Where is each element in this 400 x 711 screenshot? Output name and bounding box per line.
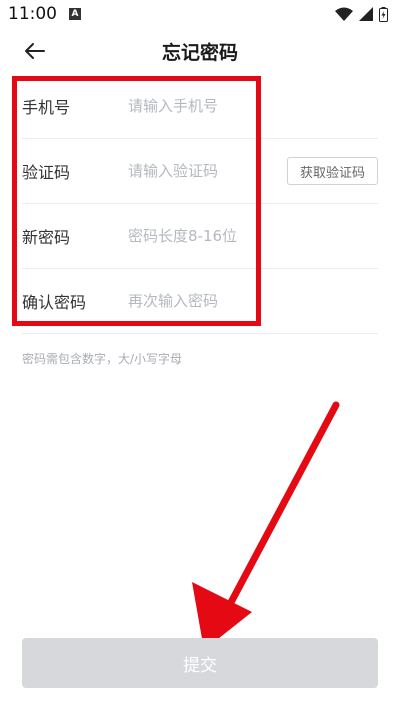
battery-icon bbox=[379, 6, 388, 22]
reset-password-form: 手机号 验证码 获取验证码 新密码 确认密码 bbox=[0, 74, 400, 334]
confirm-password-input[interactable] bbox=[128, 292, 268, 310]
get-code-button[interactable]: 获取验证码 bbox=[286, 157, 378, 185]
page-title: 忘记密码 bbox=[161, 42, 238, 64]
verify-code-row: 验证码 获取验证码 bbox=[22, 139, 378, 204]
status-time: 11:00 bbox=[8, 4, 57, 24]
status-bar: 11:00 A bbox=[0, 0, 400, 28]
app-notification-icon: A bbox=[69, 8, 81, 20]
wifi-icon bbox=[335, 7, 353, 21]
header-bar: 忘记密码 bbox=[0, 28, 400, 74]
phone-row: 手机号 bbox=[22, 74, 378, 139]
confirm-password-row: 确认密码 bbox=[22, 269, 378, 334]
confirm-password-label: 确认密码 bbox=[22, 293, 87, 312]
new-password-label: 新密码 bbox=[22, 228, 71, 247]
new-password-row: 新密码 bbox=[22, 204, 378, 269]
submit-button[interactable]: 提交 bbox=[22, 638, 378, 688]
verify-code-label: 验证码 bbox=[22, 163, 71, 182]
phone-label: 手机号 bbox=[22, 98, 71, 117]
phone-input[interactable] bbox=[128, 97, 268, 115]
status-left: 11:00 A bbox=[8, 4, 81, 24]
new-password-input[interactable] bbox=[128, 227, 268, 245]
verify-code-input[interactable] bbox=[128, 162, 268, 180]
status-right bbox=[335, 6, 388, 22]
signal-icon bbox=[359, 7, 373, 21]
password-hint: 密码需包含数字，大/小写字母 bbox=[22, 352, 183, 366]
